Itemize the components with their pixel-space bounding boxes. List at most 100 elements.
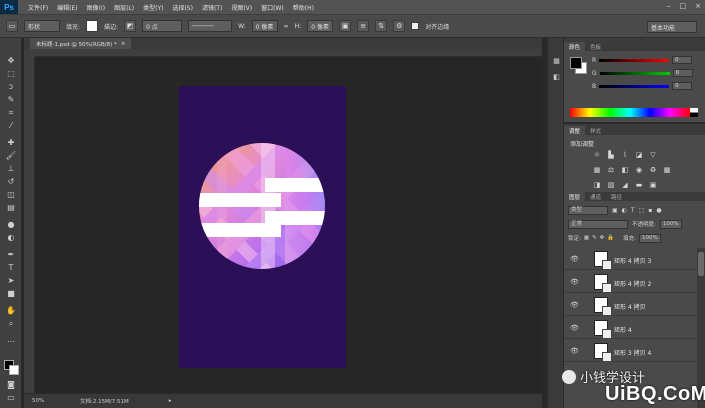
healing-brush-tool-icon[interactable]: ✚ (5, 138, 17, 148)
menu-help[interactable]: 帮助(H) (293, 3, 314, 12)
red-value-input[interactable]: 0 (672, 56, 693, 64)
green-value-input[interactable]: 0 (672, 69, 693, 77)
filter-type-icon[interactable]: T (631, 207, 635, 214)
visibility-eye-icon[interactable]: 👁 (570, 278, 579, 286)
close-tab-button[interactable]: × (121, 41, 126, 47)
path-select-tool-icon[interactable]: ➤ (5, 276, 17, 286)
color-lookup-icon[interactable]: ▩ (662, 166, 672, 175)
marquee-tool-icon[interactable]: ⬚ (5, 69, 17, 79)
eyedropper-tool-icon[interactable]: ⁄ (5, 121, 17, 131)
minimize-button[interactable]: – (667, 2, 671, 10)
tool-preset-icon[interactable]: ▭ (6, 20, 18, 32)
black-white-icon[interactable]: ◧ (620, 166, 630, 175)
height-input[interactable]: 0 像素 (307, 20, 334, 32)
path-alignment-icon[interactable]: ≡ (357, 20, 370, 32)
selective-color-icon[interactable]: ▣ (648, 181, 658, 190)
blur-tool-icon[interactable]: ● (5, 220, 17, 230)
stroke-swatch[interactable]: ◩ (124, 20, 137, 32)
visibility-eye-icon[interactable]: 👁 (570, 324, 579, 332)
gradient-map-icon[interactable]: ▬ (634, 181, 644, 190)
invert-icon[interactable]: ◨ (592, 181, 602, 190)
background-color-swatch[interactable] (9, 365, 19, 375)
lock-position-icon[interactable]: ✥ (600, 235, 605, 241)
fill-swatch[interactable] (86, 20, 99, 32)
link-icon[interactable]: ∞ (284, 23, 289, 30)
visibility-eye-icon[interactable]: 👁 (570, 347, 579, 355)
path-arrangement-icon[interactable]: ⇅ (375, 20, 388, 32)
color-spectrum[interactable] (570, 108, 690, 117)
menu-image[interactable]: 图像(I) (87, 3, 105, 12)
color-balance-icon[interactable]: ⚖ (606, 166, 616, 175)
artboard[interactable] (179, 86, 346, 368)
channel-mixer-icon[interactable]: ♻ (648, 166, 658, 175)
tab-adjustments[interactable]: 调整 (564, 126, 586, 135)
filter-adjust-icon[interactable]: ◐ (622, 207, 627, 214)
maximize-button[interactable]: □ (680, 2, 687, 10)
eraser-tool-icon[interactable]: ◫ (5, 190, 17, 200)
more-tools-icon[interactable]: … (5, 335, 17, 345)
zoom-tool-icon[interactable]: ⌕ (5, 319, 17, 329)
history-brush-tool-icon[interactable]: ↺ (5, 177, 17, 187)
workspace-select[interactable]: 基本功能 (647, 21, 697, 33)
layer-row[interactable]: 👁 矩形 4 拷贝 3 (564, 248, 697, 270)
posterize-icon[interactable]: ▧ (606, 181, 616, 190)
fill-input[interactable]: 100% (639, 233, 661, 243)
threshold-icon[interactable]: ◢ (620, 181, 630, 190)
layer-row[interactable]: 👁 矩形 3 拷贝 4 (564, 340, 697, 362)
green-slider[interactable] (599, 71, 670, 75)
close-window-button[interactable]: × (695, 2, 701, 10)
canvas-area[interactable] (35, 57, 542, 393)
filter-toggle-icon[interactable]: ● (656, 207, 661, 214)
screen-mode-icon[interactable]: ▭ (5, 393, 17, 403)
layer-row[interactable]: 👁 矩形 4 拷贝 (564, 294, 697, 316)
menu-layer[interactable]: 图层(L) (114, 3, 134, 12)
type-tool-icon[interactable]: T (5, 263, 17, 273)
layers-scrollbar-thumb[interactable] (698, 252, 704, 276)
crop-tool-icon[interactable]: ⌗ (5, 108, 17, 118)
zoom-level[interactable]: 50% (32, 398, 52, 404)
gradient-tool-icon[interactable]: ▤ (5, 203, 17, 213)
stroke-type-select[interactable]: ────── (188, 20, 233, 32)
tab-channels[interactable]: 通道 (585, 192, 606, 201)
status-menu-arrow-icon[interactable]: ▸ (169, 398, 172, 404)
lock-transparent-icon[interactable]: ▦ (584, 235, 589, 241)
vertical-ruler[interactable] (24, 57, 35, 393)
brightness-icon[interactable]: ☼ (592, 151, 602, 160)
path-operations-icon[interactable]: ▣ (339, 20, 352, 32)
menu-select[interactable]: 选择(S) (172, 3, 193, 12)
brush-tool-icon[interactable]: 🖌 (5, 151, 17, 161)
filter-shape-icon[interactable]: ⬚ (639, 207, 645, 214)
blue-slider[interactable] (599, 84, 670, 88)
rectangle-tool-icon[interactable]: ■ (5, 289, 17, 299)
blend-mode-select[interactable]: 正常 (568, 219, 628, 229)
tab-layers[interactable]: 图层 (564, 192, 586, 201)
layer-filter-select[interactable]: 类型 (568, 205, 608, 215)
move-tool-icon[interactable]: ✥ (5, 56, 17, 66)
visibility-eye-icon[interactable]: 👁 (570, 255, 579, 263)
gear-icon[interactable]: ⚙ (393, 20, 406, 32)
menu-filter[interactable]: 滤镜(T) (202, 3, 222, 12)
visibility-eye-icon[interactable]: 👁 (570, 301, 579, 309)
exposure-icon[interactable]: ◪ (634, 151, 644, 160)
layer-row[interactable]: 👁 矩形 4 (564, 317, 697, 339)
tab-color[interactable]: 颜色 (564, 42, 586, 51)
red-slider[interactable] (599, 58, 670, 62)
foreground-swatch[interactable] (570, 57, 582, 69)
menu-window[interactable]: 窗口(W) (261, 3, 284, 12)
tab-styles[interactable]: 样式 (585, 126, 606, 135)
tab-swatches[interactable]: 色板 (585, 42, 606, 51)
lasso-tool-icon[interactable]: ↄ (5, 82, 17, 92)
document-tab[interactable]: 未标题-1.psd @ 50%(RGB/8) * × (30, 38, 132, 49)
properties-panel-icon[interactable]: ◧ (551, 72, 562, 83)
curves-icon[interactable]: ⌇ (620, 151, 630, 160)
tab-paths[interactable]: 路径 (606, 192, 627, 201)
quick-mask-icon[interactable]: ◙ (5, 380, 17, 390)
menu-type[interactable]: 类型(Y) (143, 3, 163, 12)
dodge-tool-icon[interactable]: ◐ (5, 233, 17, 243)
levels-icon[interactable]: ▙ (606, 151, 616, 160)
opacity-input[interactable]: 100% (659, 219, 682, 229)
filter-pixel-icon[interactable]: ▣ (612, 207, 618, 214)
layer-row[interactable]: 👁 矩形 4 拷贝 2 (564, 271, 697, 293)
menu-file[interactable]: 文件(F) (28, 3, 48, 12)
lock-all-icon[interactable]: 🔒 (607, 235, 614, 241)
